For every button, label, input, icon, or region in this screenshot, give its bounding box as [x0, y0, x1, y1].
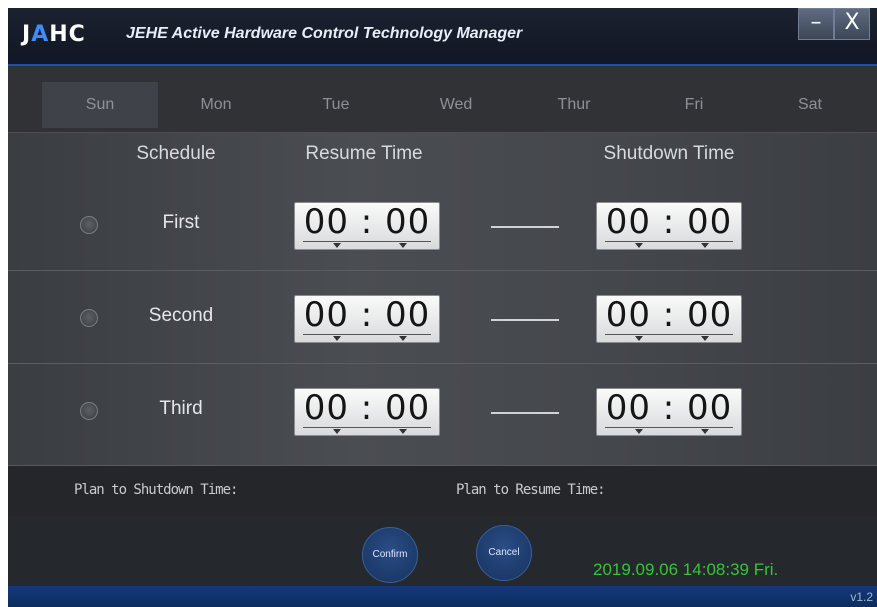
divider	[605, 334, 733, 335]
app-logo: JAHC	[22, 22, 86, 47]
resume-time-value: 00 : 00	[303, 295, 431, 335]
schedule-row-third: Third 00 : 00 00 : 00	[8, 364, 877, 456]
divider	[303, 427, 431, 428]
tab-sun[interactable]: Sun	[42, 82, 158, 128]
version-label: v1.2	[850, 590, 873, 604]
tab-tue[interactable]: Tue	[290, 82, 382, 128]
shutdown-time-picker[interactable]: 00 : 00	[596, 295, 742, 343]
radio-third[interactable]	[80, 402, 98, 420]
radio-first[interactable]	[80, 216, 98, 234]
range-dash	[491, 319, 559, 321]
minute-arrow-icon[interactable]	[701, 336, 709, 341]
tab-thur[interactable]: Thur	[528, 82, 620, 128]
resume-time-picker[interactable]: 00 : 00	[294, 388, 440, 436]
tab-wed[interactable]: Wed	[410, 82, 502, 128]
schedule-panel: Schedule Resume Time Shutdown Time First…	[8, 133, 877, 465]
minute-arrow-icon[interactable]	[399, 243, 407, 248]
hour-arrow-icon[interactable]	[333, 243, 341, 248]
hour-arrow-icon[interactable]	[635, 336, 643, 341]
shutdown-time-value: 00 : 00	[605, 202, 733, 242]
title-bar: JAHC JEHE Active Hardware Control Techno…	[8, 8, 877, 66]
tab-mon[interactable]: Mon	[170, 82, 262, 128]
shutdown-time-picker[interactable]: 00 : 00	[596, 388, 742, 436]
minute-arrow-icon[interactable]	[701, 429, 709, 434]
confirm-button[interactable]: Confirm	[362, 527, 418, 583]
bottom-bar: v1.2	[8, 586, 877, 607]
divider	[303, 241, 431, 242]
minute-arrow-icon[interactable]	[701, 243, 709, 248]
shutdown-time-value: 00 : 00	[605, 388, 733, 428]
resume-time-header: Resume Time	[305, 143, 423, 164]
tab-sat[interactable]: Sat	[764, 82, 856, 128]
plan-resume-label: Plan to Resume Time:	[456, 482, 606, 498]
divider	[303, 334, 431, 335]
resume-time-picker[interactable]: 00 : 00	[294, 202, 440, 250]
plan-shutdown-label: Plan to Shutdown Time:	[74, 482, 238, 498]
current-datetime: 2019.09.06 14:08:39 Fri.	[593, 560, 779, 579]
schedule-header: Schedule	[136, 143, 216, 164]
hour-arrow-icon[interactable]	[635, 243, 643, 248]
row-label: First	[162, 212, 200, 233]
tab-fri[interactable]: Fri	[648, 82, 740, 128]
resume-time-value: 00 : 00	[303, 388, 431, 428]
plan-info-bar: Plan to Shutdown Time: Plan to Resume Ti…	[8, 465, 877, 516]
schedule-row-second: Second 00 : 00 00 : 00	[8, 271, 877, 364]
shutdown-time-value: 00 : 00	[605, 295, 733, 335]
range-dash	[491, 226, 559, 228]
row-label: Third	[159, 398, 203, 419]
cancel-button[interactable]: Cancel	[476, 525, 532, 581]
hour-arrow-icon[interactable]	[635, 429, 643, 434]
minute-arrow-icon[interactable]	[399, 336, 407, 341]
schedule-row-first: First 00 : 00 00 : 00	[8, 178, 877, 271]
resume-time-picker[interactable]: 00 : 00	[294, 295, 440, 343]
footer: Confirm Cancel 2019.09.06 14:08:39 Fri.	[8, 516, 877, 586]
hour-arrow-icon[interactable]	[333, 429, 341, 434]
close-button[interactable]: X	[834, 8, 870, 40]
app-window: JAHC JEHE Active Hardware Control Techno…	[8, 8, 877, 607]
minute-arrow-icon[interactable]	[399, 429, 407, 434]
shutdown-time-header: Shutdown Time	[603, 143, 735, 164]
window-title: JEHE Active Hardware Control Technology …	[126, 25, 523, 42]
row-label: Second	[148, 305, 214, 326]
divider	[605, 427, 733, 428]
day-tabs: Sun Mon Tue Wed Thur Fri Sat	[8, 66, 877, 133]
resume-time-value: 00 : 00	[303, 202, 431, 242]
shutdown-time-picker[interactable]: 00 : 00	[596, 202, 742, 250]
range-dash	[491, 412, 559, 414]
hour-arrow-icon[interactable]	[333, 336, 341, 341]
divider	[605, 241, 733, 242]
radio-second[interactable]	[80, 309, 98, 327]
minimize-button[interactable]: –	[798, 8, 834, 40]
